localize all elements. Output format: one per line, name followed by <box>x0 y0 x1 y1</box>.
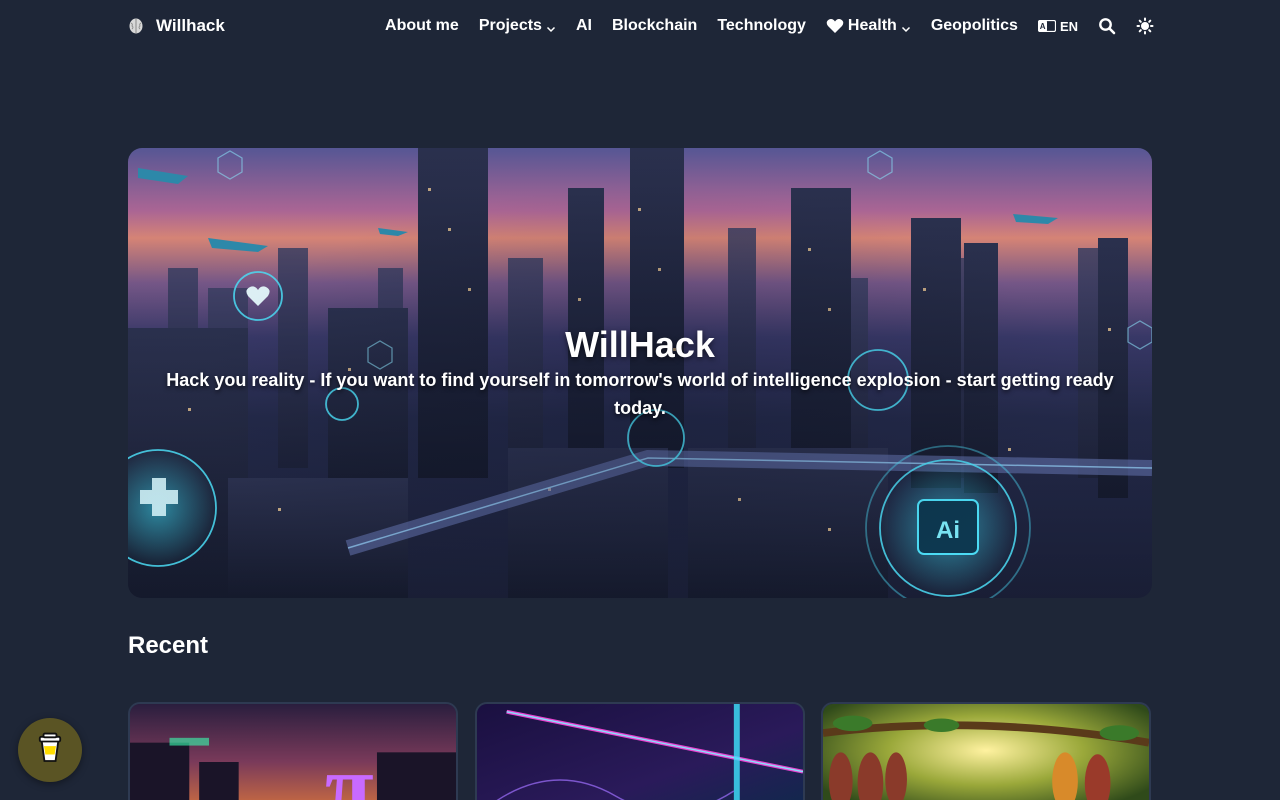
hero-subtitle: Hack you reality - If you want to find y… <box>166 370 1114 418</box>
search-button[interactable] <box>1098 17 1116 35</box>
nav-blockchain-label: Blockchain <box>611 17 698 34</box>
nav-about-label: About me <box>385 17 459 34</box>
buy-me-a-coffee-button[interactable] <box>18 718 82 782</box>
language-label: EN <box>1059 18 1078 34</box>
nav-about[interactable]: About me <box>385 17 459 35</box>
language-switcher[interactable]: A EN <box>1037 18 1078 34</box>
svg-text:π: π <box>325 739 374 800</box>
site-header: Willhack About me Projects AI Blockchain… <box>0 0 1280 52</box>
post-thumbnail: π <box>130 704 456 800</box>
nav-projects-dropdown[interactable]: Projects <box>479 17 556 35</box>
nav-geopolitics[interactable]: Geopolitics <box>931 17 1018 35</box>
brain-icon <box>128 18 144 34</box>
hero-banner: Ai WillHack Hack you reality - If you wa… <box>128 148 1152 598</box>
chevron-down-icon <box>901 21 911 33</box>
theme-toggle-button[interactable] <box>1136 17 1154 35</box>
nav-blockchain[interactable]: Blockchain <box>612 17 697 35</box>
svg-text:A: A <box>1040 22 1046 31</box>
post-thumbnail <box>823 704 1149 800</box>
brand-link[interactable]: Willhack <box>128 15 225 37</box>
recent-post-card[interactable]: π <box>128 702 458 800</box>
nav-technology-label: Technology <box>717 17 806 34</box>
nav-health-dropdown[interactable]: Health <box>826 17 911 35</box>
brand-name: Willhack <box>156 16 225 35</box>
nav-health-label: Health <box>847 17 897 34</box>
language-icon: A <box>1037 19 1057 33</box>
chevron-down-icon <box>546 21 556 33</box>
search-icon <box>1099 18 1116 35</box>
main-nav: About me Projects AI Blockchain Technolo… <box>385 14 1154 38</box>
recent-heading: Recent <box>128 632 209 659</box>
theme-toggle-icon <box>1136 17 1154 35</box>
coffee-cup-icon <box>37 732 63 769</box>
post-thumbnail <box>477 704 803 800</box>
nav-ai-label: AI <box>575 17 592 34</box>
hero-title: WillHack <box>565 324 715 365</box>
heart-icon <box>826 18 844 34</box>
recent-post-card[interactable] <box>475 702 805 800</box>
nav-geopolitics-label: Geopolitics <box>930 17 1018 34</box>
nav-ai[interactable]: AI <box>576 17 592 35</box>
recent-post-card[interactable] <box>821 702 1151 800</box>
nav-technology[interactable]: Technology <box>717 17 806 35</box>
nav-projects-label: Projects <box>478 17 542 34</box>
